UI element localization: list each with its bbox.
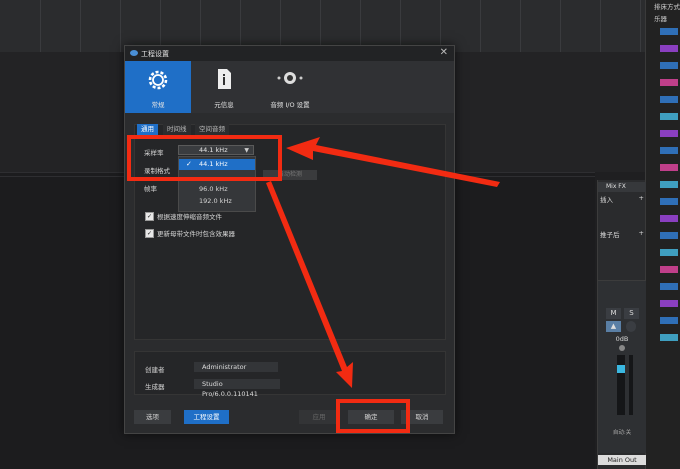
instrument-thumbnail[interactable] [660, 62, 678, 69]
instrument-thumbnail[interactable] [660, 283, 678, 290]
instrument-thumbnail[interactable] [660, 317, 678, 324]
instrument-thumbnail[interactable] [660, 249, 678, 256]
instrument-thumbnail[interactable] [660, 147, 678, 154]
instrument-thumbnail[interactable] [660, 266, 678, 273]
instrument-thumbnail[interactable] [660, 28, 678, 35]
annotation-arrow-left [286, 137, 500, 187]
instrument-thumbnail[interactable] [660, 79, 678, 86]
instrument-thumbnail[interactable] [660, 300, 678, 307]
annotation-arrow-down [266, 181, 353, 388]
instrument-thumbnail[interactable] [660, 215, 678, 222]
instrument-thumbnail[interactable] [660, 45, 678, 52]
instrument-thumbnail[interactable] [660, 334, 678, 341]
annotation-arrows [266, 137, 500, 388]
instrument-thumbnail[interactable] [660, 198, 678, 205]
instrument-thumbnail[interactable] [660, 181, 678, 188]
instrument-thumbnail[interactable] [660, 232, 678, 239]
instrument-thumbnail[interactable] [660, 130, 678, 137]
instrument-thumbnail[interactable] [660, 164, 678, 171]
instrument-thumbnail[interactable] [660, 113, 678, 120]
instrument-thumbnail[interactable] [660, 96, 678, 103]
